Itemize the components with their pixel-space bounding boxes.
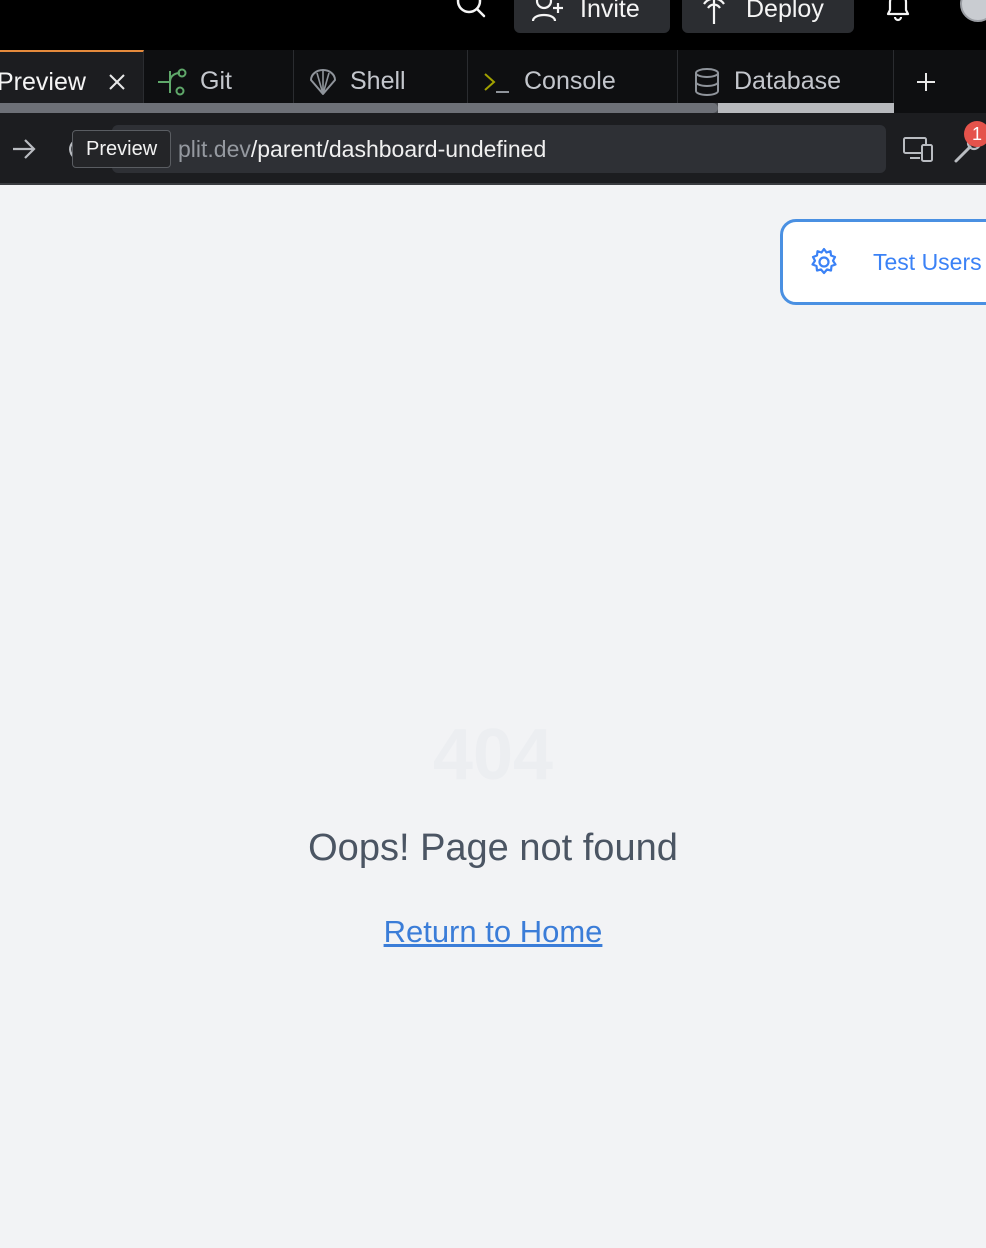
close-icon[interactable] [105,70,129,94]
invite-label: Invite [580,0,640,23]
console-icon [484,72,509,93]
search-icon[interactable] [452,0,488,22]
database-icon [695,67,719,96]
tab-label: Git [200,67,232,95]
tab-scrollbar[interactable] [0,103,894,113]
error-code: 404 [432,715,554,795]
devices-icon[interactable] [902,133,934,165]
shell-icon [310,68,336,95]
gear-icon [811,247,837,275]
scrollbar-track [718,103,894,113]
test-users-button[interactable]: Test Users [780,219,986,305]
add-user-icon [531,0,563,21]
url-input[interactable]: plit.dev/parent/dashboard-undefined [112,125,886,173]
url-host: plit.dev [178,136,251,162]
plus-icon [917,72,935,91]
test-users-label: Test Users [873,248,982,275]
avatar[interactable] [960,0,986,22]
top-bar: Invite Deploy [0,0,986,50]
git-icon [158,68,187,95]
invite-button[interactable]: Invite [514,0,670,33]
url-bar: plit.dev/parent/dashboard-undefined Prev… [0,113,986,185]
add-tab-button[interactable] [894,50,958,113]
scrollbar-thumb[interactable] [0,103,718,113]
tab-label: Database [734,67,842,95]
return-home-link[interactable]: Return to Home [0,914,986,950]
deploy-icon [703,0,725,24]
tab-label: Preview [0,68,86,96]
notification-badge: 1 [964,121,986,147]
return-home-label[interactable]: Return to Home [384,914,603,949]
tab-label: Shell [350,67,406,95]
deploy-button[interactable]: Deploy [682,0,854,33]
error-message: Oops! Page not found [308,827,678,869]
deploy-label: Deploy [746,0,824,23]
tab-label: Console [524,67,616,95]
preview-tooltip: Preview [72,130,172,168]
url-path: /parent/dashboard-undefined [250,136,547,162]
bell-icon[interactable] [880,0,916,24]
forward-icon[interactable] [10,135,38,163]
